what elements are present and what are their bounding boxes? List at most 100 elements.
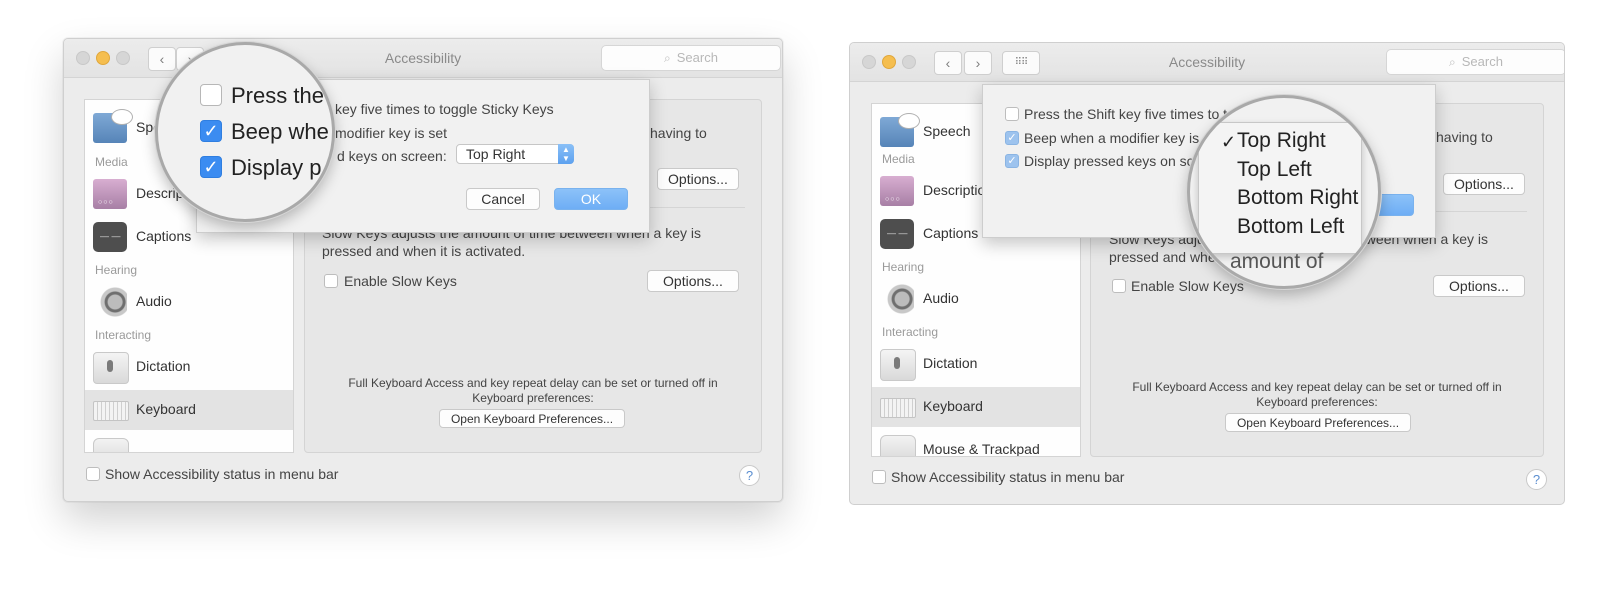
sidebar-item-label: Captions [136, 228, 192, 244]
speech-icon [93, 109, 133, 143]
microphone-icon [93, 352, 129, 384]
ok-button[interactable]: OK [554, 188, 628, 210]
sidebar-item-keyboard[interactable]: Keyboard [85, 390, 293, 430]
open-keyboard-preferences-button[interactable]: Open Keyboard Preferences... [439, 409, 625, 428]
descriptions-icon [880, 176, 914, 206]
sticky-keys-options-button[interactable]: Options... [657, 168, 739, 190]
show-status-label: Show Accessibility status in menu bar [105, 466, 339, 482]
slow-keys-description-2: pressed and when it is activated. [322, 243, 526, 259]
enable-slow-keys-label: Enable Slow Keys [1131, 278, 1244, 294]
keyboard-prefs-note-1: Full Keyboard Access and key repeat dela… [1132, 380, 1502, 394]
search-placeholder: Search [676, 50, 718, 65]
magnified-text-2: Beep whe [231, 119, 329, 144]
search-icon: ⌕ [664, 51, 671, 65]
show-status-label: Show Accessibility status in menu bar [891, 469, 1125, 485]
menu-item-top-left[interactable]: Top Left [1237, 158, 1312, 182]
menu-item-bottom-right[interactable]: Bottom Right [1237, 186, 1358, 210]
sticky-keys-toggle-checkbox[interactable] [200, 84, 222, 106]
sidebar-header-media: Media [95, 155, 128, 169]
sidebar-header-hearing: Hearing [95, 263, 138, 277]
magnifier-left: Press the ✓ Beep whe ✓ Display p [155, 42, 335, 222]
mouse-icon [93, 438, 129, 452]
keyboard-prefs-note-1: Full Keyboard Access and key repeat dela… [348, 376, 718, 390]
speaker-icon [880, 284, 914, 314]
show-status-checkbox[interactable] [872, 470, 886, 484]
sticky-keys-toggle-text: key five times to toggle Sticky Keys [335, 101, 554, 117]
sidebar-header-interacting: Interacting [95, 328, 152, 342]
search-field[interactable]: ⌕ Search [601, 45, 781, 71]
enable-slow-keys-label: Enable Slow Keys [344, 273, 457, 289]
enable-slow-keys-checkbox[interactable] [324, 274, 338, 288]
sidebar-item-label: Dictation [923, 355, 978, 371]
sidebar-item-label: Audio [136, 293, 172, 309]
checkmark-icon: ✓ [203, 157, 219, 177]
keyboard-prefs-note-2: Keyboard preferences: [1256, 395, 1378, 409]
sidebar-item-label: Audio [923, 290, 959, 306]
checkmark-icon: ✓ [1007, 155, 1017, 167]
sticky-keys-desc-end: having to [650, 125, 707, 141]
sidebar-item-partial[interactable] [85, 433, 293, 452]
help-button[interactable]: ? [739, 465, 760, 486]
sidebar-header-media: Media [882, 152, 915, 166]
captions-icon [93, 222, 127, 252]
sidebar-header-hearing: Hearing [882, 260, 925, 274]
magnified-background-text: amount of [1230, 250, 1324, 273]
magnified-text-3: Display p [231, 155, 322, 180]
magnified-text-1: Press the [231, 83, 324, 108]
show-status-checkbox[interactable] [86, 467, 100, 481]
sidebar-item-mouse-trackpad[interactable]: Mouse & Trackpad [872, 430, 1080, 457]
sticky-keys-desc-end: having to [1436, 129, 1493, 145]
speech-icon [880, 113, 920, 147]
sidebar-item-audio[interactable]: Audio [872, 279, 1080, 319]
speaker-icon [93, 287, 127, 317]
display-keys-text: d keys on screen: [337, 148, 447, 164]
sidebar-header-interacting: Interacting [882, 325, 939, 339]
sidebar-item-label: Dictation [136, 358, 191, 374]
captions-icon [880, 219, 914, 249]
checkmark-icon: ✓ [1007, 132, 1017, 144]
display-keys-checkbox[interactable]: ✓ [1005, 154, 1019, 168]
keys-position-popup[interactable]: Top Right ▲ ▼ [456, 144, 574, 164]
keyboard-icon [93, 401, 129, 421]
sticky-keys-options-button[interactable]: Options... [1443, 173, 1525, 195]
sidebar-item-label: Keyboard [923, 398, 983, 414]
sidebar-item-audio[interactable]: Audio [85, 282, 293, 322]
display-keys-checkbox[interactable]: ✓ [200, 156, 222, 178]
beep-modifier-checkbox[interactable]: ✓ [200, 120, 222, 142]
beep-modifier-checkbox[interactable]: ✓ [1005, 131, 1019, 145]
keys-position-menu: ✓ Top Right Top Left Bottom Right Bottom… [1198, 122, 1362, 254]
sidebar-item-label: Captions [923, 225, 979, 241]
beep-modifier-label: Beep when a modifier key is set [1024, 130, 1222, 146]
accessibility-window-right: ‹ › ⠿⠿ Accessibility ⌕ Search Speech Medi… [849, 42, 1565, 505]
sidebar-item-label: Keyboard [136, 401, 196, 417]
search-field[interactable]: ⌕ Search [1386, 49, 1564, 75]
sticky-keys-toggle-checkbox[interactable] [1005, 107, 1019, 121]
cancel-button[interactable]: Cancel [466, 188, 540, 210]
sidebar-item-keyboard[interactable]: Keyboard [872, 387, 1080, 427]
help-button[interactable]: ? [1526, 469, 1547, 490]
slow-keys-options-button[interactable]: Options... [1433, 275, 1525, 297]
sidebar-item-label: Speech [923, 123, 971, 139]
keyboard-icon [880, 398, 916, 418]
popup-value: Top Right [466, 146, 526, 162]
checkmark-icon: ✓ [1221, 132, 1237, 152]
sidebar-item-label: Mouse & Trackpad [923, 441, 1040, 457]
keyboard-prefs-note-2: Keyboard preferences: [472, 391, 594, 405]
title-bar: ‹ › ⠿⠿ Accessibility ⌕ Search [850, 43, 1564, 82]
open-keyboard-preferences-button[interactable]: Open Keyboard Preferences... [1225, 413, 1411, 432]
checkmark-icon: ✓ [203, 121, 219, 141]
sidebar-item-dictation[interactable]: Dictation [872, 344, 1080, 384]
popup-stepper-icon: ▲ ▼ [558, 144, 574, 164]
menu-item-bottom-left[interactable]: Bottom Left [1237, 215, 1344, 239]
menu-item-top-right[interactable]: Top Right [1237, 129, 1326, 153]
search-icon: ⌕ [1449, 55, 1456, 69]
descriptions-icon [93, 179, 127, 209]
mouse-icon [880, 435, 916, 456]
microphone-icon [880, 349, 916, 381]
search-placeholder: Search [1461, 54, 1503, 69]
sidebar-item-dictation[interactable]: Dictation [85, 347, 293, 387]
enable-slow-keys-checkbox[interactable] [1112, 279, 1126, 293]
slow-keys-options-button[interactable]: Options... [647, 270, 739, 292]
magnifier-right: ✓ Top Right Top Left Bottom Right Bottom… [1187, 95, 1381, 289]
title-bar: ‹ › Accessibility ⌕ Search [64, 39, 782, 78]
